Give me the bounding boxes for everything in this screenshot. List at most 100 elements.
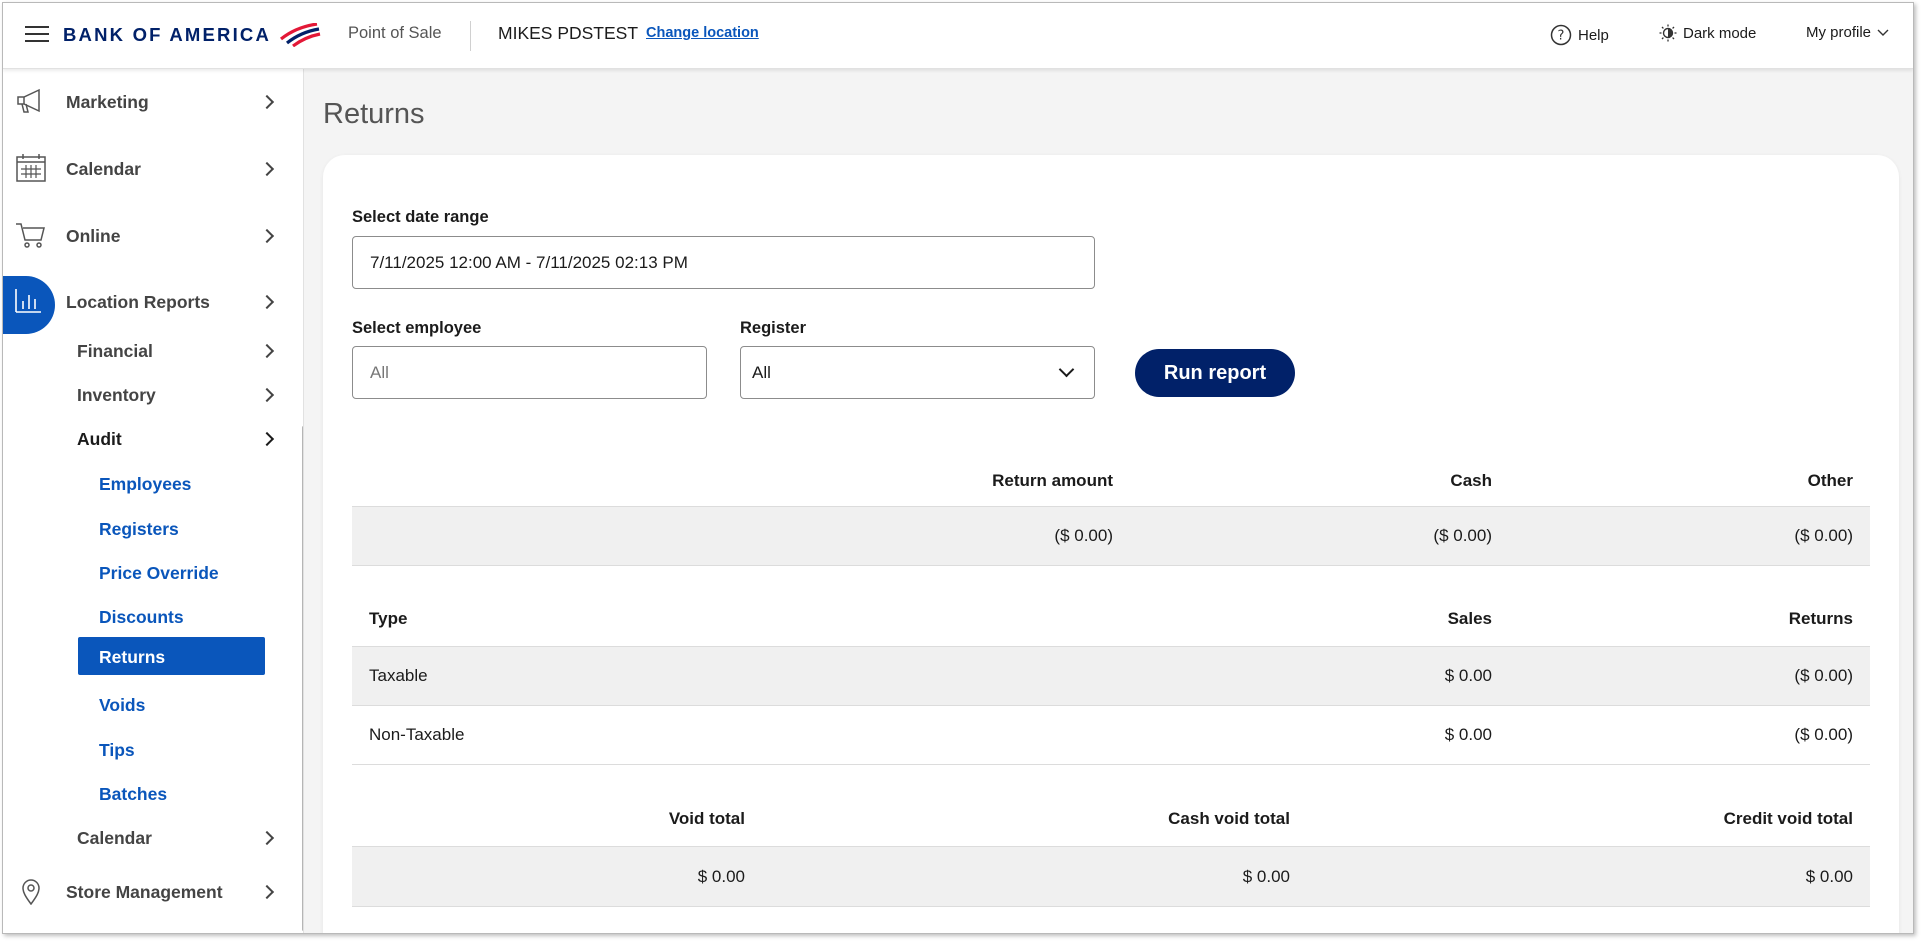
sidebar-label-discounts: Discounts	[99, 607, 184, 627]
sidebar-label-voids: Voids	[99, 695, 146, 715]
chevron-right-icon	[259, 343, 275, 359]
app-name: Point of Sale	[348, 24, 442, 42]
sidebar-item-discounts[interactable]: Discounts	[3, 599, 303, 635]
store-name: MIKES PDSTEST	[498, 23, 639, 43]
sidebar-label-marketing: Marketing	[66, 92, 149, 112]
chevron-down-icon	[1058, 361, 1075, 378]
register-value: All	[752, 362, 771, 382]
chevron-right-icon	[259, 161, 275, 177]
sidebar-label-financial: Financial	[77, 341, 153, 361]
chevron-right-icon	[259, 228, 275, 244]
dark-mode-icon	[1659, 24, 1677, 42]
svg-text:?: ?	[1558, 29, 1565, 44]
employee-input[interactable]: All	[352, 346, 707, 399]
table-row: ($ 0.00) ($ 0.00) ($ 0.00)	[352, 506, 1870, 566]
table-row: Non-Taxable $ 0.00 ($ 0.00)	[352, 706, 1870, 765]
void-table: Void total Cash void total Credit void t…	[352, 792, 1870, 907]
chevron-right-icon	[259, 387, 275, 403]
sidebar-label-calendar-reports: Calendar	[77, 828, 152, 848]
bar-chart-icon	[15, 289, 41, 313]
sidebar-item-inventory[interactable]: Inventory	[3, 377, 303, 413]
sidebar-nav: Marketing Calendar Online Location Repor…	[3, 69, 304, 933]
sidebar-label-online: Online	[66, 226, 121, 246]
sidebar-label-batches: Batches	[99, 784, 168, 804]
run-report-button[interactable]: Run report	[1135, 349, 1295, 397]
sidebar-item-location-reports[interactable]: Location Reports	[3, 273, 303, 334]
chevron-down-icon	[1877, 29, 1889, 36]
sidebar-item-calendar[interactable]: Calendar	[3, 140, 303, 196]
chevron-right-icon	[259, 884, 275, 900]
sidebar-label-store-management: Store Management	[66, 882, 223, 902]
sidebar-label-registers: Registers	[99, 519, 179, 539]
column-header: Returns	[1788, 609, 1853, 628]
sidebar-item-marketing[interactable]: Marketing	[3, 73, 303, 129]
table-row: $ 0.00 $ 0.00 $ 0.00	[352, 847, 1870, 907]
table-cell: $ 0.00	[697, 866, 745, 886]
column-header: Type	[369, 609, 408, 628]
megaphone-icon	[17, 88, 40, 113]
table-cell: ($ 0.00)	[1794, 666, 1853, 685]
location-pin-icon	[22, 879, 40, 905]
sidebar-item-registers[interactable]: Registers	[3, 511, 303, 547]
sidebar-item-tips[interactable]: Tips	[3, 732, 303, 768]
table-cell: $ 0.00	[1242, 866, 1290, 886]
employee-label: Select employee	[352, 319, 482, 337]
register-select[interactable]: All	[740, 346, 1095, 399]
sidebar-item-store-management[interactable]: Store Management	[3, 863, 303, 919]
dark-mode-label: Dark mode	[1683, 24, 1757, 42]
table-cell: $ 0.00	[1444, 666, 1492, 685]
sidebar-item-voids[interactable]: Voids	[3, 687, 303, 723]
sidebar-item-calendar-reports[interactable]: Calendar	[3, 820, 303, 856]
employee-placeholder: All	[370, 362, 389, 382]
help-icon: ?	[1550, 24, 1572, 46]
my-profile-label: My profile	[1806, 24, 1872, 41]
page-title: Returns	[323, 98, 425, 130]
date-range-input[interactable]: 7/11/2025 12:00 AM - 7/11/2025 02:13 PM	[352, 236, 1095, 289]
calendar-icon	[16, 154, 46, 182]
sidebar-label-employees: Employees	[99, 474, 192, 494]
help-label: Help	[1578, 26, 1609, 44]
dark-mode-toggle[interactable]: Dark mode	[1659, 24, 1756, 42]
table-cell: $ 0.00	[1805, 866, 1853, 886]
table-cell: Non-Taxable	[369, 725, 465, 744]
sidebar-label-tips: Tips	[99, 740, 135, 760]
column-header: Credit void total	[1723, 809, 1853, 828]
help-button[interactable]: ? Help	[1550, 24, 1609, 46]
menu-icon[interactable]	[25, 26, 49, 44]
sidebar-item-employees[interactable]: Employees	[3, 466, 303, 502]
table-cell: ($ 0.00)	[1054, 526, 1113, 545]
chevron-right-icon	[259, 294, 275, 310]
table-cell: $ 0.00	[1444, 725, 1492, 744]
top-header: BANK OF AMERICA Point of Sale MIKES PDST…	[3, 3, 1913, 69]
sidebar-item-online[interactable]: Online	[3, 207, 303, 263]
sidebar-item-audit[interactable]: Audit	[3, 421, 303, 457]
sidebar-item-price-override[interactable]: Price Override	[3, 555, 303, 591]
table-header-row: Void total Cash void total Credit void t…	[352, 792, 1870, 847]
chevron-right-icon	[259, 94, 275, 110]
header-divider	[470, 21, 471, 51]
change-location-link[interactable]: Change location	[646, 25, 759, 41]
flag-logo-icon	[280, 23, 321, 47]
my-profile-menu[interactable]: My profile	[1806, 24, 1890, 41]
date-range-label: Select date range	[352, 208, 489, 226]
sidebar-item-returns[interactable]: Returns	[3, 637, 303, 675]
column-header: Cash	[1450, 470, 1492, 490]
column-header: Other	[1807, 470, 1853, 490]
sidebar-label-price-override: Price Override	[99, 563, 219, 583]
sidebar-label-inventory: Inventory	[77, 385, 156, 405]
type-table: Type Sales Returns Taxable $ 0.00 ($ 0.0…	[352, 592, 1870, 765]
table-cell: ($ 0.00)	[1794, 725, 1853, 744]
cart-icon	[16, 223, 45, 248]
sidebar-label-calendar: Calendar	[66, 159, 141, 179]
table-row: Taxable $ 0.00 ($ 0.00)	[352, 647, 1870, 706]
column-header: Void total	[668, 809, 745, 828]
table-cell: ($ 0.00)	[1433, 526, 1492, 545]
sidebar-item-financial[interactable]: Financial	[3, 333, 303, 369]
sidebar-item-batches[interactable]: Batches	[3, 776, 303, 812]
bank-logo[interactable]: BANK OF AMERICA	[63, 23, 321, 47]
sidebar-label-returns: Returns	[99, 647, 166, 667]
column-header: Sales	[1447, 609, 1492, 628]
column-header: Cash void total	[1168, 809, 1290, 828]
date-range-value: 7/11/2025 12:00 AM - 7/11/2025 02:13 PM	[370, 252, 688, 272]
sidebar-label-audit: Audit	[77, 429, 122, 449]
